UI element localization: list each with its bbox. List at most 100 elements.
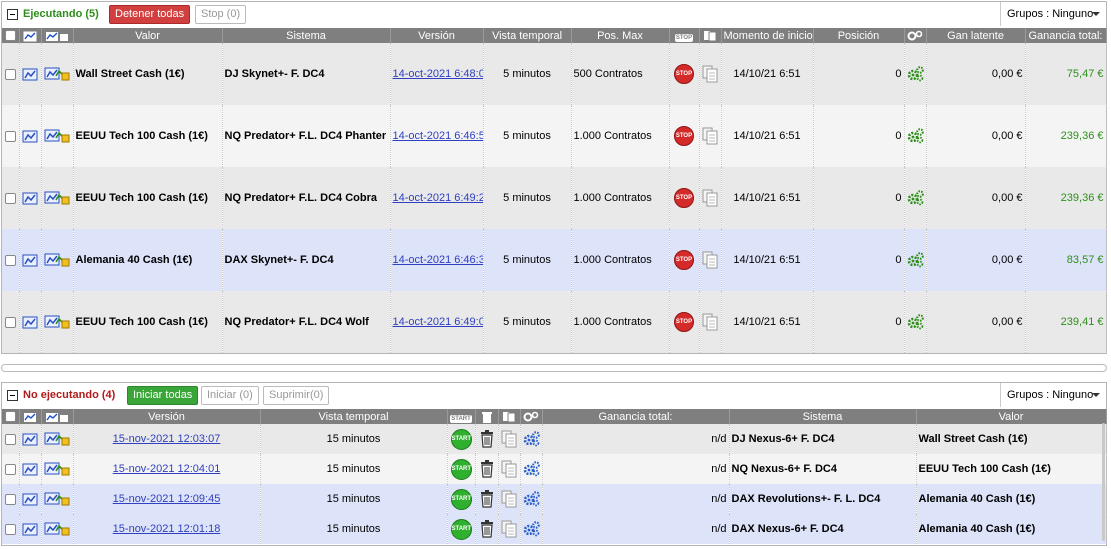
version-link[interactable]: 15-nov-2021 12:03:07 [113, 433, 221, 445]
copy-icon[interactable] [699, 43, 722, 105]
start-icon[interactable]: START [450, 488, 472, 510]
row-checkbox[interactable] [2, 105, 20, 167]
start-all-button[interactable]: Iniciar todas [127, 386, 199, 405]
version-link[interactable]: 14-oct-2021 6:49:2 [393, 192, 483, 204]
table-row[interactable]: Alemania 40 Cash (1€) DAX Skynet+- F. DC4… [2, 229, 1107, 291]
row-checkbox[interactable] [2, 514, 20, 544]
row-checkbox[interactable] [2, 291, 20, 353]
chart-sum-icon[interactable] [41, 424, 74, 454]
version-link[interactable]: 15-nov-2021 12:04:01 [113, 463, 221, 475]
row-checkbox[interactable] [2, 424, 20, 454]
chart-icon[interactable] [19, 454, 42, 484]
col-vista-temporal[interactable]: Vista temporal [260, 409, 448, 424]
version-cell[interactable]: 15-nov-2021 12:03:07 [73, 424, 261, 454]
chart-sum-icon[interactable] [41, 291, 74, 353]
row-checkbox[interactable] [2, 454, 20, 484]
copy-icon[interactable] [498, 424, 521, 454]
gears-icon[interactable] [904, 229, 927, 291]
groups-dropdown[interactable]: Grupos : Ninguno [1000, 2, 1106, 26]
select-all-checkbox[interactable] [2, 409, 20, 424]
chart-icon[interactable] [19, 105, 42, 167]
version-link[interactable]: 15-nov-2021 12:09:45 [113, 493, 221, 505]
chart-sum-icon[interactable] [41, 43, 74, 105]
stop-icon[interactable]: STOP [674, 188, 694, 208]
chart-icon[interactable] [19, 514, 42, 544]
delete-selected-button[interactable]: Suprimir(0) [263, 386, 330, 405]
stop-cell[interactable]: STOP [669, 105, 700, 167]
version-cell[interactable]: 15-nov-2021 12:04:01 [73, 454, 261, 484]
copy-icon[interactable] [498, 454, 521, 484]
table-row[interactable]: EEUU Tech 100 Cash (1€) NQ Predator+ F.L.… [2, 167, 1107, 229]
col-valor[interactable]: Valor [73, 28, 223, 43]
version-cell[interactable]: 14-oct-2021 6:49:2 [390, 167, 484, 229]
col-sistema[interactable]: Sistema [222, 28, 391, 43]
collapse-executing-icon[interactable] [7, 9, 18, 20]
stop-cell[interactable]: STOP [669, 43, 700, 105]
start-icon[interactable]: START [450, 518, 472, 540]
version-cell[interactable]: 14-oct-2021 6:49:0 [390, 291, 484, 353]
stop-icon[interactable]: STOP [674, 312, 694, 332]
chart-sum-icon[interactable] [41, 514, 74, 544]
chart-icon[interactable] [19, 291, 42, 353]
version-link[interactable]: 14-oct-2021 6:46:5 [393, 130, 483, 142]
start-cell[interactable]: START [447, 484, 476, 514]
col-sistema[interactable]: Sistema [729, 409, 917, 424]
stop-icon[interactable]: STOP [674, 64, 694, 84]
copy-icon[interactable] [498, 484, 521, 514]
col-version[interactable]: Versión [390, 28, 484, 43]
trash-icon[interactable] [475, 454, 499, 484]
version-cell[interactable]: 15-nov-2021 12:09:45 [73, 484, 261, 514]
copy-icon[interactable] [699, 291, 722, 353]
chart-icon[interactable] [19, 43, 42, 105]
col-ganancia-total[interactable]: Ganancia total: [1025, 28, 1107, 43]
row-checkbox[interactable] [2, 43, 20, 105]
gears-icon[interactable] [904, 43, 927, 105]
copy-icon[interactable] [498, 514, 521, 544]
start-icon[interactable]: START [450, 458, 472, 480]
copy-icon[interactable] [699, 229, 722, 291]
start-selected-button[interactable]: Iniciar (0) [201, 386, 259, 405]
version-link[interactable]: 14-oct-2021 6:48:0 [393, 68, 483, 80]
stop-selected-button[interactable]: Stop (0) [195, 5, 247, 24]
gears-icon[interactable] [904, 167, 927, 229]
stop-icon[interactable]: STOP [674, 250, 694, 270]
col-gan-latente[interactable]: Gan latente [926, 28, 1026, 43]
stop-cell[interactable]: STOP [669, 167, 700, 229]
version-link[interactable]: 14-oct-2021 6:49:0 [393, 316, 483, 328]
trash-icon[interactable] [475, 484, 499, 514]
col-valor[interactable]: Valor [916, 409, 1107, 424]
collapse-not-executing-icon[interactable] [7, 390, 18, 401]
start-cell[interactable]: START [447, 514, 476, 544]
chart-sum-icon[interactable] [41, 484, 74, 514]
start-icon[interactable]: START [450, 428, 472, 450]
copy-icon[interactable] [699, 105, 722, 167]
trash-icon[interactable] [475, 424, 499, 454]
gears-icon[interactable] [520, 454, 543, 484]
stop-cell[interactable]: STOP [669, 229, 700, 291]
start-cell[interactable]: START [447, 424, 476, 454]
version-cell[interactable]: 15-nov-2021 12:01:18 [73, 514, 261, 544]
col-version[interactable]: Versión [73, 409, 261, 424]
trash-icon[interactable] [475, 514, 499, 544]
gears-icon[interactable] [520, 514, 543, 544]
chart-sum-icon[interactable] [41, 229, 74, 291]
table-row[interactable]: 15-nov-2021 12:03:07 15 minutos START n/d DJ… [2, 424, 1107, 454]
gears-icon[interactable] [904, 105, 927, 167]
chart-sum-icon[interactable] [41, 105, 74, 167]
chart-icon[interactable] [19, 484, 42, 514]
row-checkbox[interactable] [2, 484, 20, 514]
vertical-scrollbar[interactable] [1102, 423, 1105, 541]
chart-sum-icon[interactable] [41, 167, 74, 229]
table-row[interactable]: 15-nov-2021 12:04:01 15 minutos START n/d NQ… [2, 454, 1107, 484]
version-link[interactable]: 14-oct-2021 6:46:3 [393, 254, 483, 266]
col-ganancia-total[interactable]: Ganancia total: [542, 409, 730, 424]
horizontal-scrollbar[interactable] [1, 364, 1107, 372]
stop-icon[interactable]: STOP [674, 126, 694, 146]
version-cell[interactable]: 14-oct-2021 6:46:5 [390, 105, 484, 167]
stop-all-button[interactable]: Detener todas [109, 5, 191, 24]
groups-dropdown-bottom[interactable]: Grupos : Ninguno [1000, 383, 1106, 407]
select-all-checkbox[interactable] [2, 28, 20, 43]
row-checkbox[interactable] [2, 229, 20, 291]
version-cell[interactable]: 14-oct-2021 6:46:3 [390, 229, 484, 291]
start-cell[interactable]: START [447, 454, 476, 484]
